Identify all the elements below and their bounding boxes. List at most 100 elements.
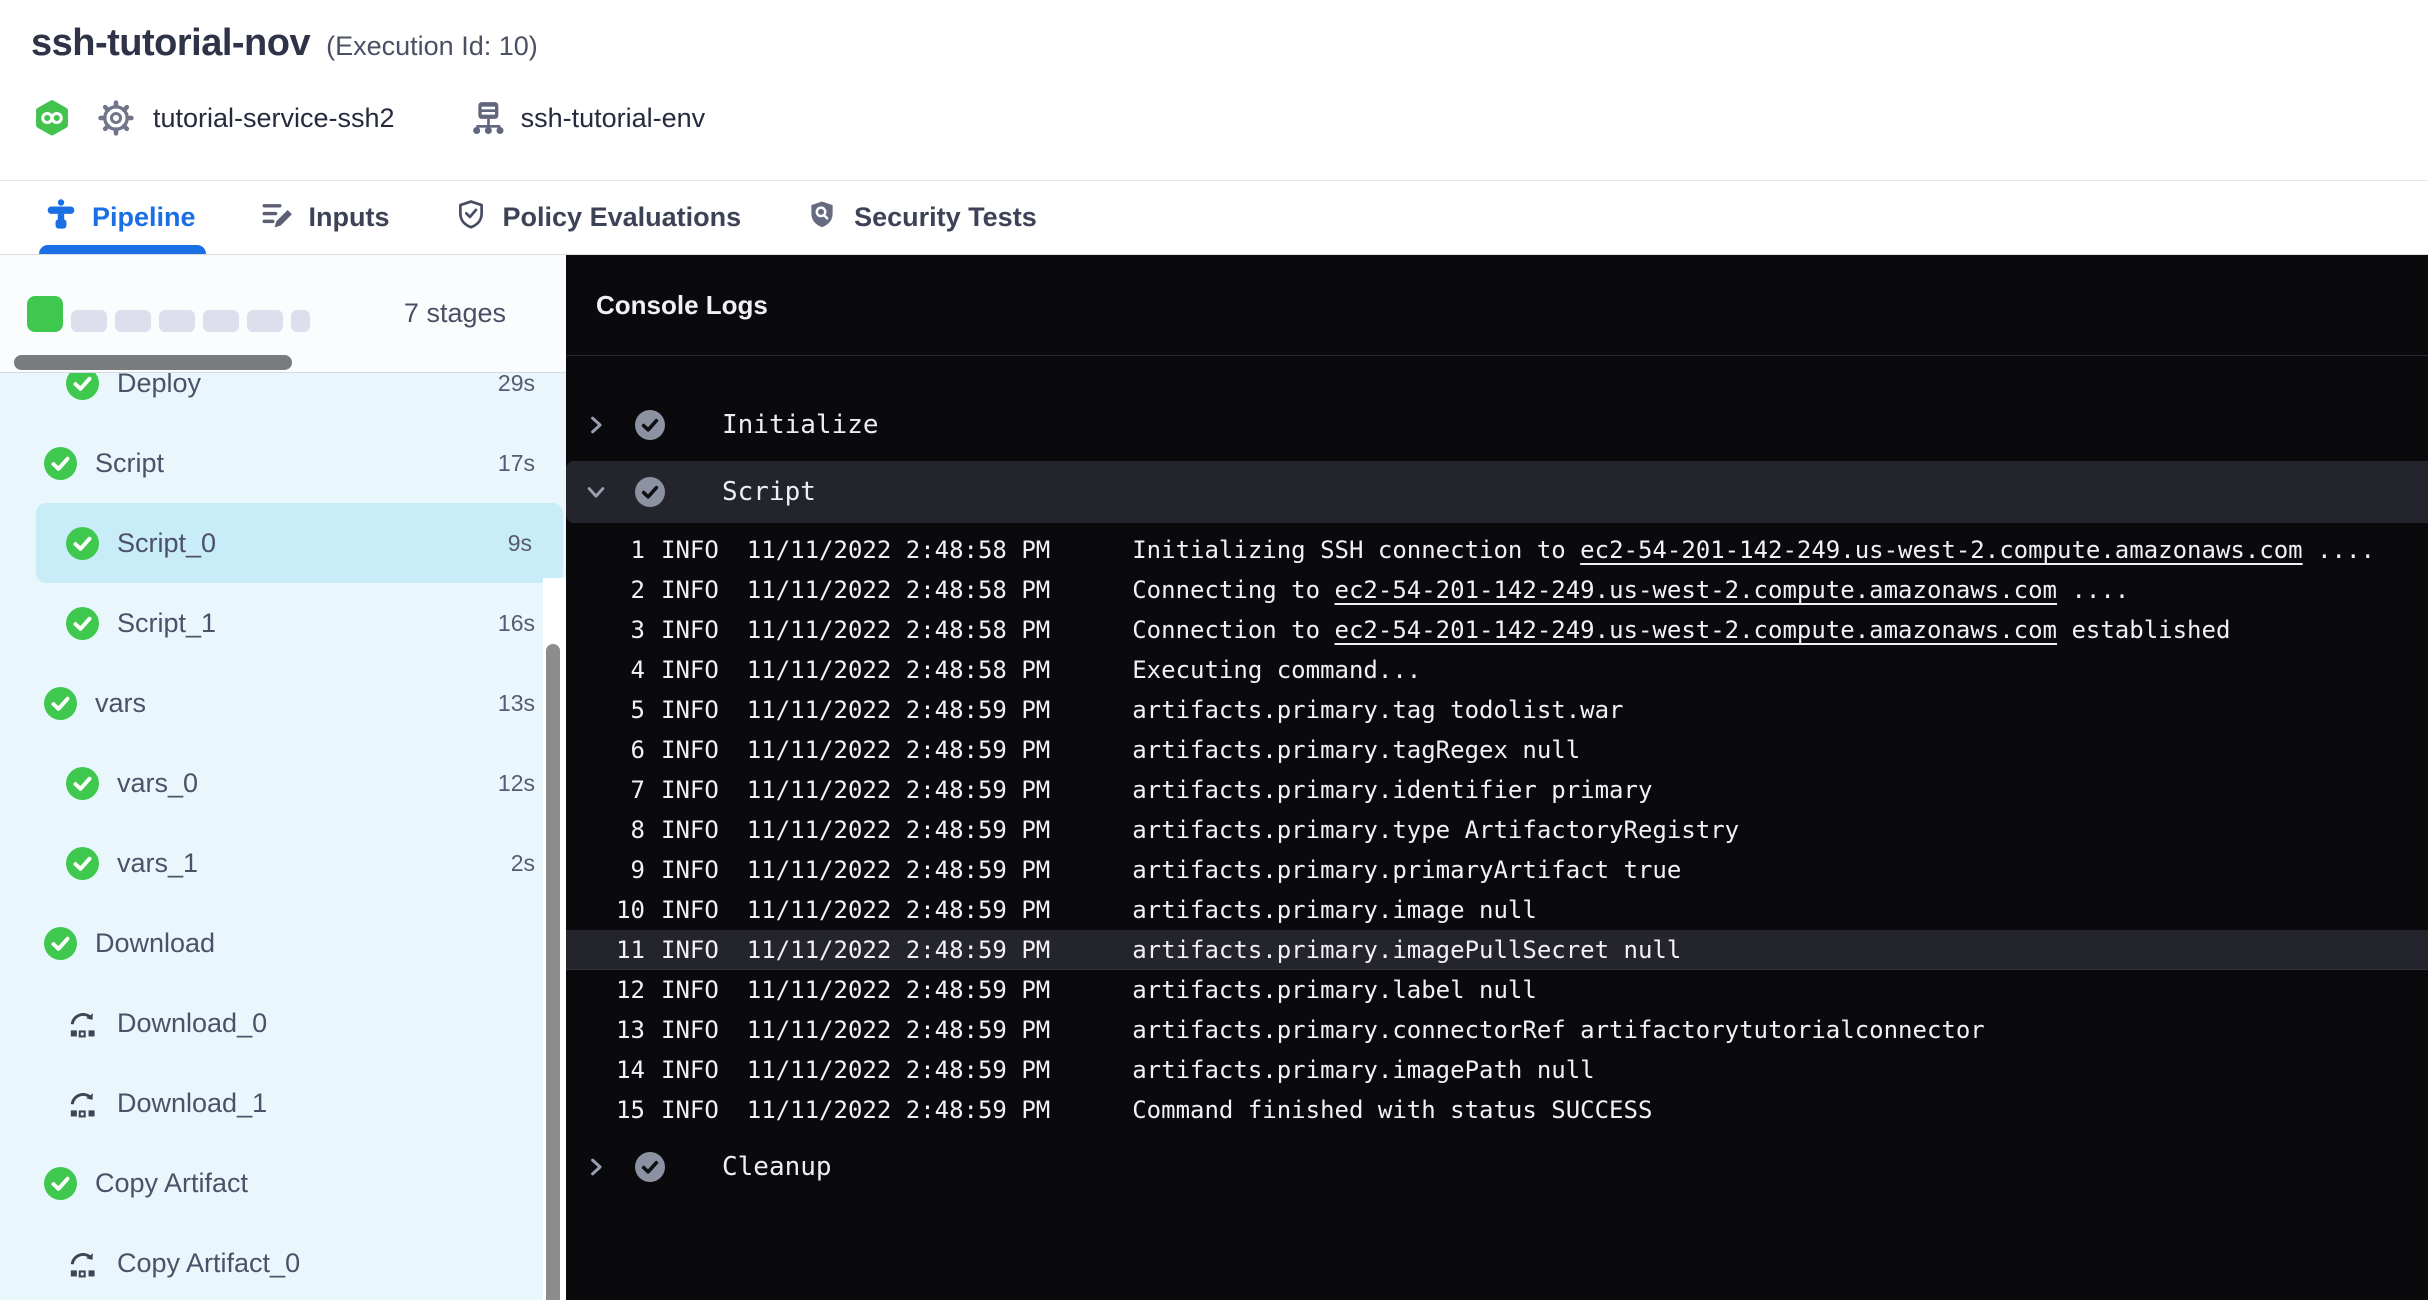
log-line-number: 11 [585, 936, 645, 964]
tab-security-tests-label: Security Tests [854, 202, 1037, 233]
stage-progress-segment [71, 310, 107, 332]
gear-icon[interactable] [95, 97, 137, 139]
stage-progress-segment [115, 310, 151, 332]
log-host-link[interactable]: ec2-54-201-142-249.us-west-2.compute.ama… [1580, 536, 2302, 564]
log-message-text: artifacts.primary.connectorRef artifacto… [1132, 1016, 1985, 1044]
chevron-right-icon[interactable] [585, 414, 607, 436]
section-label: Initialize [722, 410, 879, 440]
service-name[interactable]: tutorial-service-ssh2 [153, 103, 395, 134]
log-section-initialize[interactable]: Initialize [566, 405, 2428, 445]
log-message: Connection to ec2-54-201-142-249.us-west… [1132, 616, 2230, 644]
log-level: INFO [661, 976, 719, 1004]
log-level: INFO [661, 896, 719, 924]
stage-duration: 17s [498, 450, 535, 477]
stage-label: vars_1 [117, 848, 511, 879]
section-label: Script [722, 477, 816, 507]
execution-tabs: Pipeline Inputs Policy Evaluations Secur… [0, 181, 2428, 255]
log-lines: 1INFO11/11/2022 2:48:58 PMInitializing S… [566, 530, 2428, 1130]
log-level: INFO [661, 696, 719, 724]
tab-policy-evaluations[interactable]: Policy Evaluations [454, 181, 742, 254]
tab-inputs[interactable]: Inputs [260, 181, 390, 254]
stage-row-script-0[interactable]: Script_09s [36, 503, 563, 583]
log-message-text: artifacts.primary.type ArtifactoryRegist… [1132, 816, 1739, 844]
rollback-steps-icon [66, 1007, 99, 1040]
tab-security-tests[interactable]: Security Tests [805, 181, 1037, 254]
stage-progress-segment [247, 310, 283, 332]
stage-row-vars[interactable]: vars13s [0, 663, 566, 743]
console-log-body: Initialize Script 1INFO11/11/2022 2:48:58 … [566, 356, 2428, 1300]
stage-row-script-1[interactable]: Script_116s [0, 583, 566, 663]
stage-label: Script_0 [117, 528, 508, 559]
log-line-number: 4 [585, 656, 645, 684]
execution-header: ssh-tutorial-nov (Execution Id: 10) tuto… [0, 0, 2428, 181]
log-message-suffix: .... [2057, 576, 2129, 604]
log-message-text: Initializing SSH connection to [1132, 536, 1580, 564]
log-message-text: artifacts.primary.primaryArtifact true [1132, 856, 1681, 884]
log-line-6: 6INFO11/11/2022 2:48:59 PMartifacts.prim… [566, 730, 2428, 770]
stage-label: Download [95, 928, 535, 959]
log-message: artifacts.primary.imagePath null [1132, 1056, 1594, 1084]
log-timestamp: 11/11/2022 2:48:59 PM [747, 976, 1050, 1004]
log-message-text: Executing command... [1132, 656, 1421, 684]
stage-row-copy-artifact[interactable]: Copy Artifact [0, 1143, 566, 1223]
log-section-script[interactable]: Script [566, 461, 2428, 523]
stage-label: Copy Artifact_0 [117, 1248, 535, 1279]
stage-row-vars-1[interactable]: vars_12s [0, 823, 566, 903]
log-message-text: artifacts.primary.image null [1132, 896, 1537, 924]
log-line-4: 4INFO11/11/2022 2:48:58 PMExecuting comm… [566, 650, 2428, 690]
horizontal-scrollbar-thumb[interactable] [14, 355, 292, 370]
log-message: Connecting to ec2-54-201-142-249.us-west… [1132, 576, 2129, 604]
stage-row-download[interactable]: Download [0, 903, 566, 983]
tab-pipeline[interactable]: Pipeline [45, 181, 196, 254]
stage-label: Download_1 [117, 1088, 535, 1119]
stage-row-download-1[interactable]: Download_1 [0, 1063, 566, 1143]
log-line-number: 6 [585, 736, 645, 764]
stage-progress-segment [203, 310, 239, 332]
rollback-steps-icon [66, 1247, 99, 1280]
log-message: artifacts.primary.image null [1132, 896, 1537, 924]
cd-service-icon [31, 95, 73, 141]
log-timestamp: 11/11/2022 2:48:59 PM [747, 696, 1050, 724]
content-split: 7 stages Deploy29sScript17sScript_09sScr… [0, 255, 2428, 1300]
log-level: INFO [661, 1096, 719, 1124]
stage-row-download-0[interactable]: Download_0 [0, 983, 566, 1063]
log-timestamp: 11/11/2022 2:48:59 PM [747, 856, 1050, 884]
log-host-link[interactable]: ec2-54-201-142-249.us-west-2.compute.ama… [1335, 576, 2057, 604]
stage-label: Script [95, 448, 498, 479]
log-message-suffix: .... [2303, 536, 2375, 564]
log-message: artifacts.primary.tagRegex null [1132, 736, 1580, 764]
vertical-scrollbar-thumb[interactable] [546, 644, 560, 1300]
log-timestamp: 11/11/2022 2:48:59 PM [747, 936, 1050, 964]
log-message: Command finished with status SUCCESS [1132, 1096, 1652, 1124]
log-section-cleanup[interactable]: Cleanup [566, 1147, 2428, 1187]
chevron-down-icon[interactable] [585, 481, 607, 503]
log-timestamp: 11/11/2022 2:48:59 PM [747, 896, 1050, 924]
log-message-text: artifacts.primary.tagRegex null [1132, 736, 1580, 764]
stage-step-list: Deploy29sScript17sScript_09sScript_116sv… [0, 373, 566, 1300]
log-line-number: 12 [585, 976, 645, 1004]
chevron-right-icon[interactable] [585, 1156, 607, 1178]
log-timestamp: 11/11/2022 2:48:58 PM [747, 616, 1050, 644]
log-line-15: 15INFO11/11/2022 2:48:59 PMCommand finis… [566, 1090, 2428, 1130]
environment-name[interactable]: ssh-tutorial-env [521, 103, 706, 134]
stage-row-deploy[interactable]: Deploy29s [0, 373, 566, 423]
stage-row-copy-artifact-0[interactable]: Copy Artifact_0 [0, 1223, 566, 1300]
log-level: INFO [661, 816, 719, 844]
stage-progress-segment [291, 310, 310, 332]
log-host-link[interactable]: ec2-54-201-142-249.us-west-2.compute.ama… [1335, 616, 2057, 644]
log-line-number: 5 [585, 696, 645, 724]
success-check-icon [44, 687, 77, 720]
stage-label: Deploy [117, 373, 498, 399]
log-timestamp: 11/11/2022 2:48:58 PM [747, 576, 1050, 604]
stage-row-vars-0[interactable]: vars_012s [0, 743, 566, 823]
log-message-text: artifacts.primary.imagePullSecret null [1132, 936, 1681, 964]
stage-duration: 9s [508, 530, 532, 557]
success-check-icon [66, 527, 99, 560]
log-line-number: 9 [585, 856, 645, 884]
stage-row-script[interactable]: Script17s [0, 423, 566, 503]
log-level: INFO [661, 856, 719, 884]
log-line-1: 1INFO11/11/2022 2:48:58 PMInitializing S… [566, 530, 2428, 570]
log-level: INFO [661, 616, 719, 644]
log-line-number: 7 [585, 776, 645, 804]
console-header: Console Logs [566, 255, 2428, 356]
